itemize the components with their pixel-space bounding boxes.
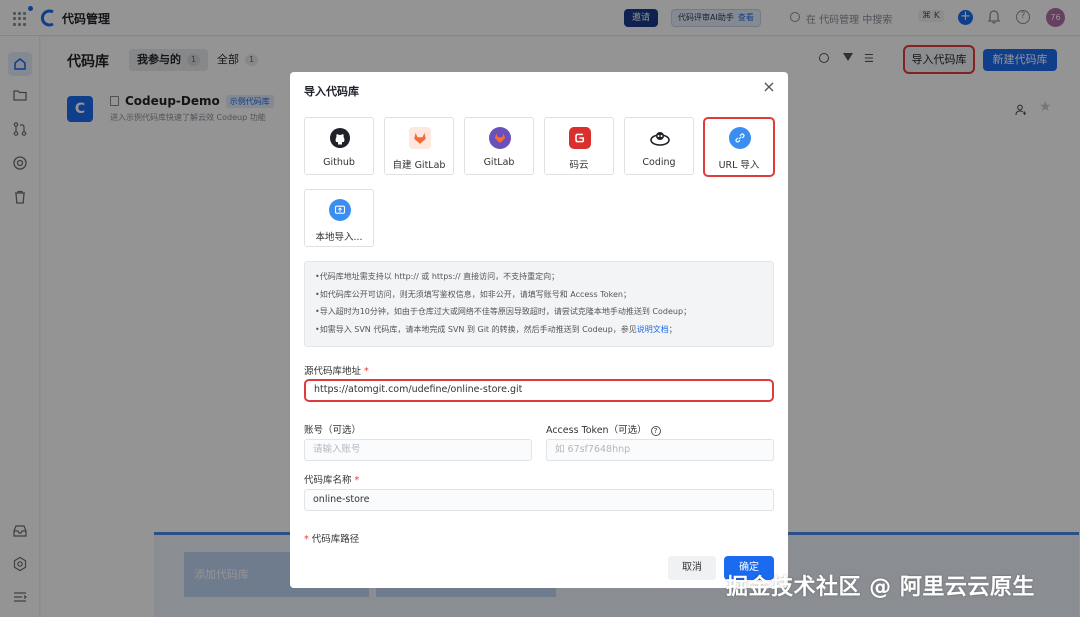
label-text: 源代码库地址 — [304, 366, 362, 377]
doc-link[interactable]: 说明文档 — [637, 325, 669, 334]
source-label: Coding — [642, 157, 676, 168]
source-label: 自建 GitLab — [392, 160, 446, 171]
source-url-input[interactable]: https://atomgit.com/udefine/online-store… — [304, 379, 774, 402]
label-text: 代码库路径 — [311, 534, 360, 545]
source-gitlab[interactable]: GitLab — [464, 117, 534, 175]
token-input[interactable]: 如 67sf7648hnp — [546, 439, 774, 461]
account-label: 账号（可选） — [304, 425, 362, 436]
source-coding[interactable]: Coding — [624, 117, 694, 175]
gitlab-icon — [489, 127, 511, 149]
required-mark: * — [304, 534, 309, 545]
cancel-button[interactable]: 取消 — [668, 556, 716, 580]
note-line: •如代码库公开可访问，则无须填写鉴权信息，如非公开，请填写账号和 Access … — [315, 289, 631, 299]
source-url-import[interactable]: URL 导入 — [703, 117, 775, 177]
gitee-icon — [569, 127, 591, 149]
github-icon — [329, 127, 351, 149]
required-mark: * — [364, 366, 369, 377]
repo-path-label: * 代码库路径 — [304, 531, 359, 545]
source-label: URL 导入 — [718, 160, 760, 171]
label-text: 代码库名称 — [304, 475, 352, 486]
close-icon[interactable]: × — [762, 79, 776, 95]
import-notes: •代码库地址需支持以 http:// 或 https:// 直接访问，不支持重定… — [304, 261, 774, 347]
watermark: 掘金技术社区 @ 阿里云云原生 — [726, 575, 1035, 600]
help-icon[interactable]: ? — [650, 425, 661, 436]
source-local-import[interactable]: 本地导入... — [304, 189, 374, 247]
gitlab-fox-icon — [409, 127, 431, 149]
coding-icon — [649, 127, 671, 149]
source-github[interactable]: Github — [304, 117, 374, 175]
token-label: Access Token（可选）? — [546, 422, 661, 436]
dialog-footer: 取消 确定 — [290, 548, 788, 588]
source-gitee[interactable]: 码云 — [544, 117, 614, 175]
note-line: •导入超时为10分钟，如由于仓库过大或网络不佳等原因导致超时，请尝试克隆本地手动… — [315, 307, 692, 316]
note-line: •代码库地址需支持以 http:// 或 https:// 直接访问，不支持重定… — [315, 272, 560, 281]
import-repo-dialog: 导入代码库 × Github 自建 GitLab GitLab 码云 Codin… — [290, 72, 788, 588]
source-label: GitLab — [483, 157, 515, 168]
local-upload-icon — [329, 199, 351, 221]
source-url-label: 源代码库地址 * — [304, 363, 369, 377]
label-text: Access Token（可选） — [546, 425, 647, 436]
source-label: 码云 — [569, 160, 589, 171]
dialog-title: 导入代码库 — [304, 85, 359, 98]
note-line-with-link: •如需导入 SVN 代码库，请本地完成 SVN 到 Git 的转换，然后手动推送… — [315, 321, 763, 339]
repo-name-label: 代码库名称 * — [304, 472, 359, 486]
link-icon — [729, 127, 751, 149]
note-text: •如需导入 SVN 代码库，请本地完成 SVN 到 Git 的转换，然后手动推送… — [315, 324, 637, 334]
source-self-hosted-gitlab[interactable]: 自建 GitLab — [384, 117, 454, 175]
note-suffix: ； — [668, 324, 677, 334]
source-label: 本地导入... — [315, 232, 363, 243]
repo-name-input[interactable]: online-store — [304, 489, 774, 511]
required-mark: * — [354, 475, 360, 486]
account-input[interactable]: 请输入账号 — [304, 439, 532, 461]
source-label: Github — [323, 157, 355, 168]
